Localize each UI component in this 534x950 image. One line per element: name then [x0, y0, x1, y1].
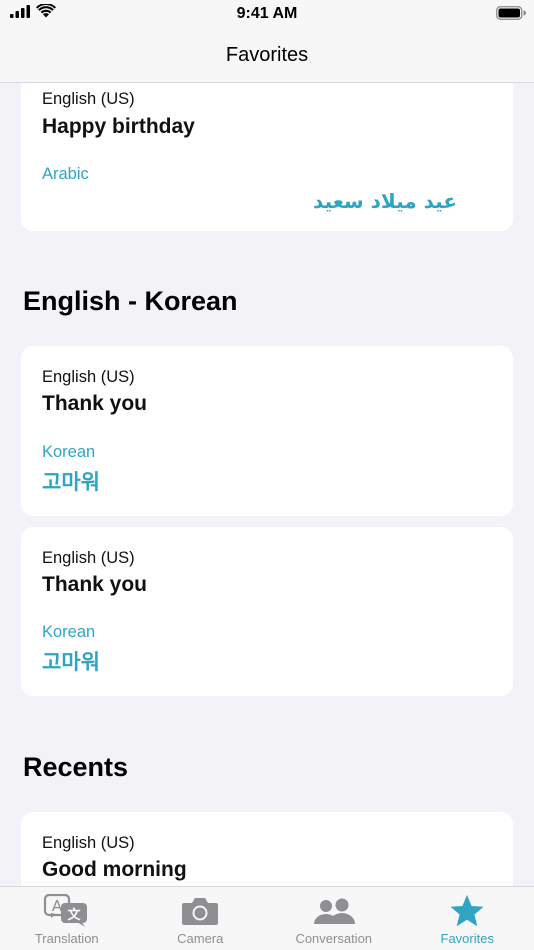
tab-bar: A 文 Translation Camera Conversation Favo…: [0, 886, 534, 950]
tab-conversation-label: Conversation: [295, 931, 373, 946]
target-text: عيد ميلاد سعيد: [313, 189, 457, 213]
tab-favorites-label: Favorites: [440, 931, 494, 946]
target-text: 고마워: [42, 650, 100, 674]
favorites-list[interactable]: English (US) Happy birthday Arabic عيد م…: [0, 83, 534, 886]
status-bar: 9:41 AM: [0, 0, 534, 28]
tab-camera[interactable]: Camera: [134, 887, 268, 950]
tab-translation-label: Translation: [34, 931, 99, 946]
translation-icon: A 文: [43, 894, 87, 927]
star-icon: [450, 895, 484, 927]
page-title: Favorites: [225, 43, 309, 66]
source-text: Thank you: [42, 392, 148, 415]
navigation-bar: Favorites: [0, 28, 534, 83]
source-text: Good morning: [42, 858, 187, 881]
source-language-label: English (US): [42, 90, 135, 108]
favorite-card[interactable]: English (US) Happy birthday Arabic عيد م…: [21, 83, 513, 231]
target-language-label: Korean: [42, 623, 96, 641]
target-language-label: Korean: [42, 443, 96, 461]
source-text: Thank you: [42, 573, 148, 596]
target-language-label: Arabic: [42, 165, 89, 183]
source-text: Happy birthday: [42, 115, 195, 138]
source-language-label: English (US): [42, 368, 135, 386]
section-title-english-korean: English - Korean: [23, 286, 238, 316]
tab-favorites[interactable]: Favorites: [401, 887, 534, 950]
battery-icon: [496, 6, 526, 20]
camera-icon: [182, 898, 219, 925]
tab-translation[interactable]: A 文 Translation: [0, 887, 134, 950]
status-time: 9:41 AM: [236, 5, 298, 22]
section-title-recents: Recents: [23, 752, 129, 782]
svg-text:文: 文: [67, 907, 81, 923]
target-text: 고마워: [42, 470, 100, 494]
tab-conversation[interactable]: Conversation: [267, 887, 401, 950]
tab-camera-label: Camera: [177, 931, 224, 946]
favorite-card[interactable]: English (US) Thank you Korean 고마워: [21, 527, 513, 696]
conversation-icon: [313, 898, 355, 924]
source-language-label: English (US): [42, 549, 135, 567]
favorite-card[interactable]: English (US) Thank you Korean 고마워: [21, 346, 513, 516]
source-language-label: English (US): [42, 834, 135, 852]
recent-card[interactable]: English (US) Good morning: [21, 812, 513, 886]
